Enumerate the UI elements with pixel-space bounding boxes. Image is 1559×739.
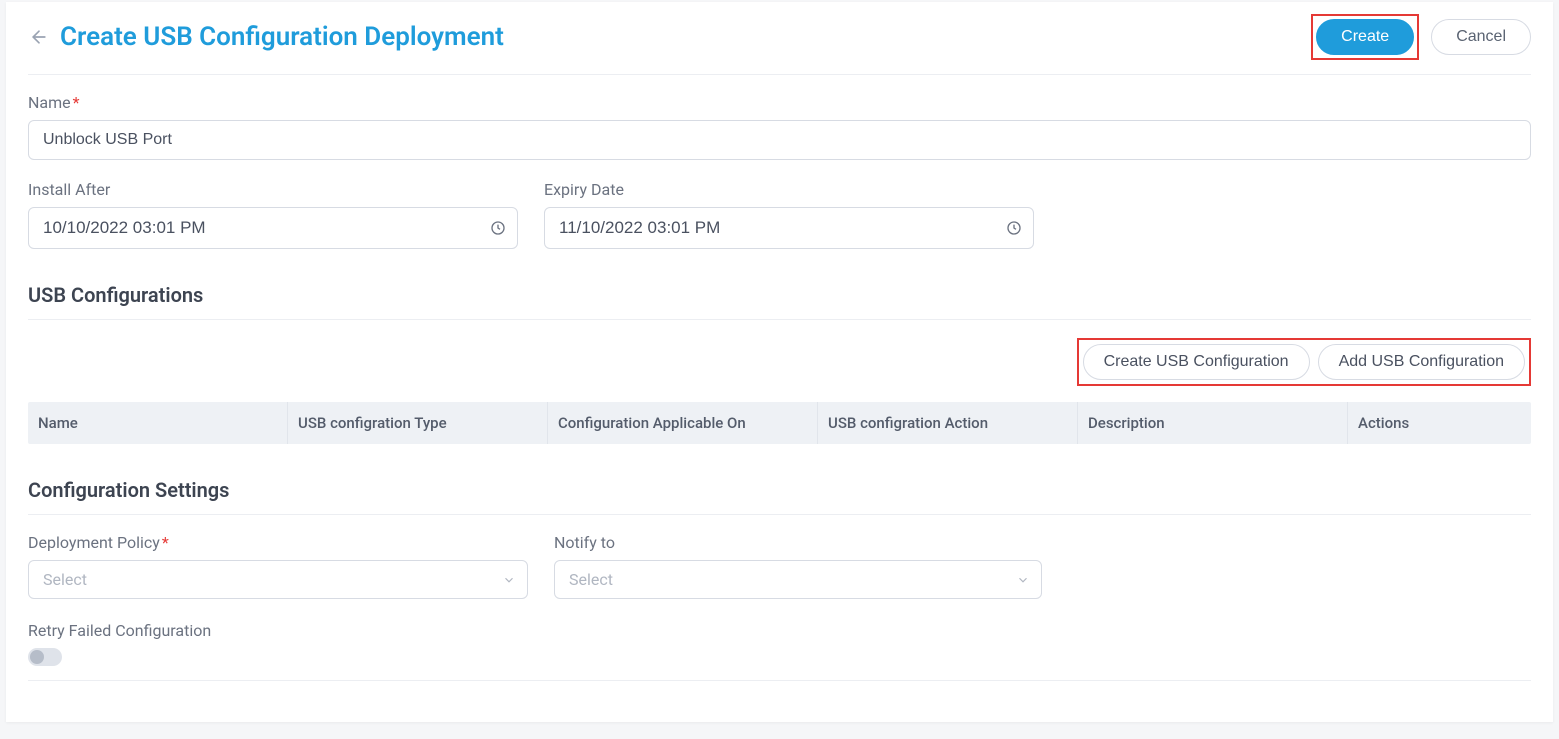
- usb-config-table-header: Name USB configration Type Configuration…: [28, 402, 1531, 444]
- name-input[interactable]: [28, 120, 1531, 160]
- required-asterisk: *: [162, 533, 169, 552]
- expiry-group: Expiry Date: [544, 180, 1034, 249]
- back-arrow-icon[interactable]: [28, 26, 50, 48]
- retry-failed-toggle[interactable]: [28, 648, 62, 666]
- cancel-button[interactable]: Cancel: [1431, 19, 1531, 55]
- config-settings-heading: Configuration Settings: [28, 478, 1531, 515]
- deployment-policy-select-wrap: Select: [28, 560, 528, 599]
- create-usb-config-button[interactable]: Create USB Configuration: [1083, 344, 1310, 380]
- install-after-group: Install After: [28, 180, 518, 249]
- name-label: Name*: [28, 93, 1531, 112]
- chevron-down-icon: [1016, 573, 1030, 587]
- required-asterisk: *: [73, 93, 80, 112]
- deployment-policy-label-text: Deployment Policy: [28, 533, 160, 552]
- th-type: USB configration Type: [288, 402, 548, 444]
- usb-config-heading: USB Configurations: [28, 283, 1531, 320]
- expiry-wrap: [544, 207, 1034, 249]
- notify-to-group: Notify to Select: [554, 533, 1042, 599]
- dates-row: Install After Expiry Date: [28, 180, 1531, 249]
- name-label-text: Name: [28, 93, 71, 112]
- toggle-knob: [30, 650, 44, 664]
- settings-row: Deployment Policy* Select Notify to Sele…: [28, 533, 1531, 599]
- th-name: Name: [28, 402, 288, 444]
- name-field-group: Name*: [28, 75, 1531, 160]
- deployment-policy-label: Deployment Policy*: [28, 533, 528, 552]
- retry-failed-group: Retry Failed Configuration: [28, 621, 1531, 681]
- title-wrap: Create USB Configuration Deployment: [28, 22, 504, 52]
- expiry-label: Expiry Date: [544, 180, 1034, 199]
- page-header: Create USB Configuration Deployment Crea…: [28, 12, 1531, 75]
- create-button-highlight: Create: [1311, 14, 1419, 60]
- notify-to-select[interactable]: Select: [554, 560, 1042, 599]
- usb-config-button-row: Create USB Configuration Add USB Configu…: [28, 338, 1531, 386]
- deployment-policy-group: Deployment Policy* Select: [28, 533, 528, 599]
- th-applicable: Configuration Applicable On: [548, 402, 818, 444]
- usb-buttons-highlight: Create USB Configuration Add USB Configu…: [1077, 338, 1531, 386]
- header-actions: Create Cancel: [1311, 14, 1531, 60]
- clock-icon[interactable]: [490, 220, 506, 236]
- notify-to-label: Notify to: [554, 533, 1042, 552]
- notify-to-select-wrap: Select: [554, 560, 1042, 599]
- install-after-input[interactable]: [28, 207, 518, 249]
- expiry-input[interactable]: [544, 207, 1034, 249]
- chevron-down-icon: [502, 573, 516, 587]
- deployment-policy-select[interactable]: Select: [28, 560, 528, 599]
- th-actions: Actions: [1348, 402, 1531, 444]
- install-after-wrap: [28, 207, 518, 249]
- add-usb-config-button[interactable]: Add USB Configuration: [1318, 344, 1525, 380]
- install-after-label: Install After: [28, 180, 518, 199]
- th-action: USB configration Action: [818, 402, 1078, 444]
- retry-failed-label: Retry Failed Configuration: [28, 621, 1531, 640]
- page-title: Create USB Configuration Deployment: [60, 22, 504, 52]
- page-container: Create USB Configuration Deployment Crea…: [6, 2, 1553, 722]
- th-description: Description: [1078, 402, 1348, 444]
- clock-icon[interactable]: [1006, 220, 1022, 236]
- create-button[interactable]: Create: [1316, 19, 1414, 55]
